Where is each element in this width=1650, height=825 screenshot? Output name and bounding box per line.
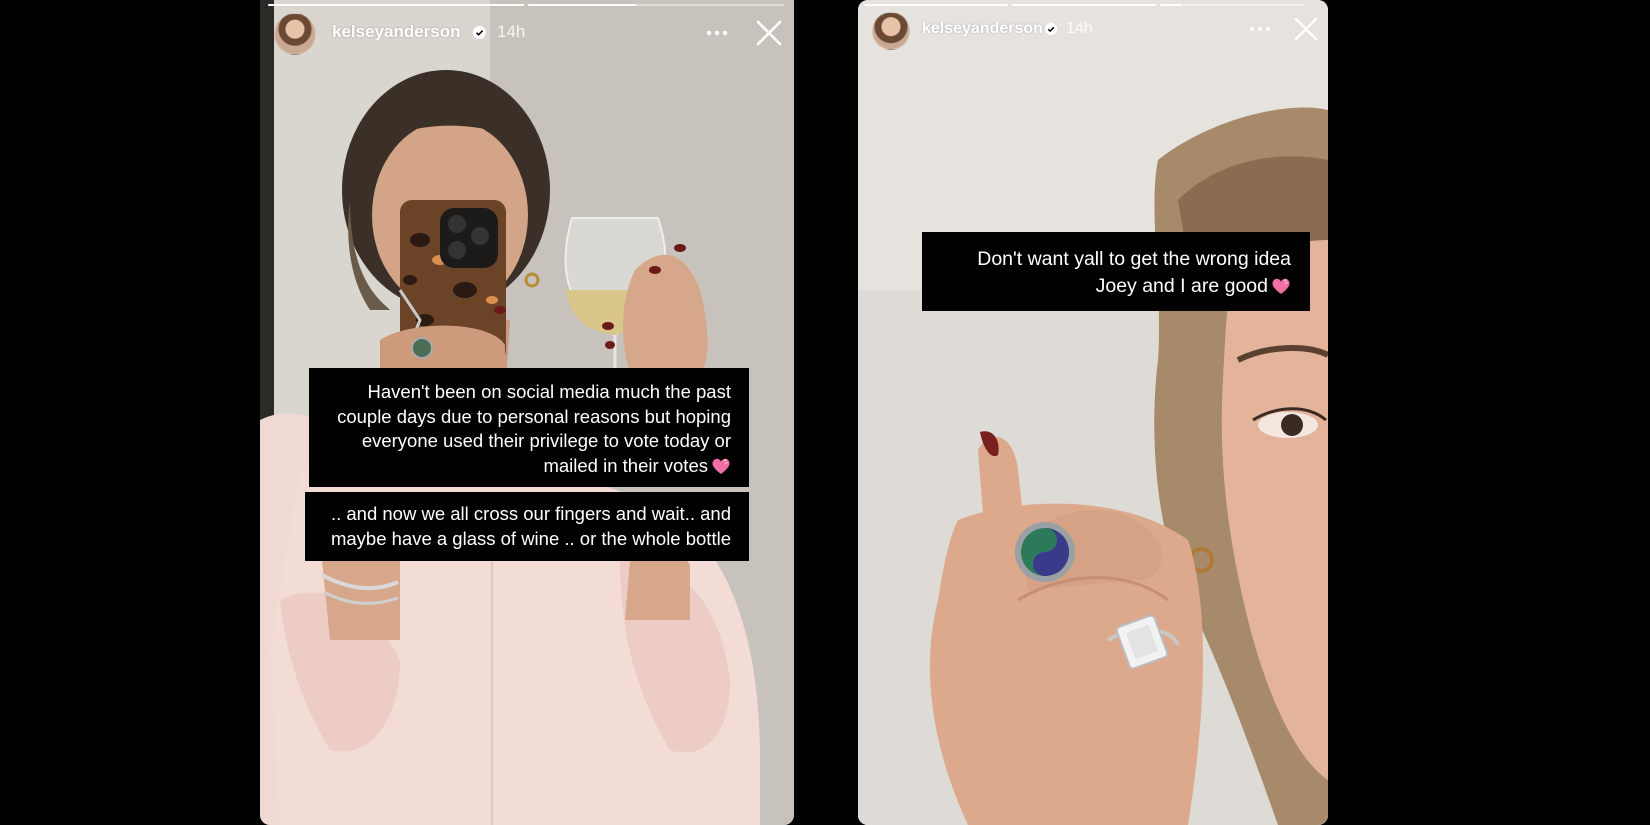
caption-line: .. and now we all cross our fingers and …: [330, 503, 731, 524]
avatar[interactable]: [274, 13, 316, 55]
username[interactable]: kelseyanderson: [332, 22, 461, 42]
caption-line-last: Joey and I are good: [922, 273, 1291, 300]
caption-line: Don't want yall to get the wrong idea: [977, 248, 1291, 270]
progress-fill: [1160, 4, 1182, 6]
caption-line: everyone used their privilege to vote to…: [361, 430, 731, 451]
progress-fill: [864, 4, 1008, 6]
caption-line: maybe have a glass of wine .. or the who…: [330, 527, 731, 549]
pink-heart-icon: [1272, 278, 1290, 294]
progress-fill: [1012, 4, 1156, 6]
timestamp: 14h: [497, 22, 526, 41]
story-progress-segment-2: [1012, 4, 1156, 6]
timestamp: 14h: [1066, 20, 1093, 37]
verified-badge-icon: [1045, 23, 1057, 35]
more-options-icon[interactable]: [1248, 17, 1272, 41]
caption-line: couple days due to personal reasons but …: [337, 405, 731, 427]
close-icon[interactable]: [754, 18, 784, 48]
verified-badge-icon: [473, 26, 486, 39]
story-progress-segment-3: [1160, 4, 1304, 6]
close-icon[interactable]: [1292, 15, 1320, 43]
story-header: kelseyanderson 14h: [858, 10, 1328, 56]
story-caption: Don't want yall to get the wrong idea Jo…: [922, 232, 1310, 311]
caption-text: Joey and I are good: [1095, 275, 1268, 297]
story-photo: [858, 0, 1328, 825]
stories-viewer: kelseyanderson 14h Haven't been on socia…: [0, 0, 1650, 825]
caption-line: Haven't been on social media much the pa…: [367, 381, 731, 402]
pink-heart-icon: [712, 458, 730, 474]
progress-fill: [268, 4, 524, 6]
story-caption: Haven't been on social media much the pa…: [309, 368, 749, 487]
story-progress-segment-2: [528, 4, 784, 6]
story-panel-right[interactable]: kelseyanderson 14h Don't want yall to ge…: [858, 0, 1328, 825]
story-progress-segment-1: [864, 4, 1008, 6]
story-caption: .. and now we all cross our fingers and …: [305, 492, 749, 561]
caption-line-last: mailed in their votes: [309, 454, 731, 479]
story-progress-segment-1: [268, 4, 524, 6]
progress-fill: [528, 4, 636, 6]
caption-text: mailed in their votes: [543, 454, 708, 476]
story-header: kelseyanderson 14h: [260, 10, 794, 56]
avatar[interactable]: [872, 12, 910, 50]
story-panel-left[interactable]: kelseyanderson 14h Haven't been on socia…: [260, 0, 794, 825]
username[interactable]: kelseyanderson: [922, 20, 1043, 38]
more-options-icon[interactable]: [704, 20, 730, 46]
